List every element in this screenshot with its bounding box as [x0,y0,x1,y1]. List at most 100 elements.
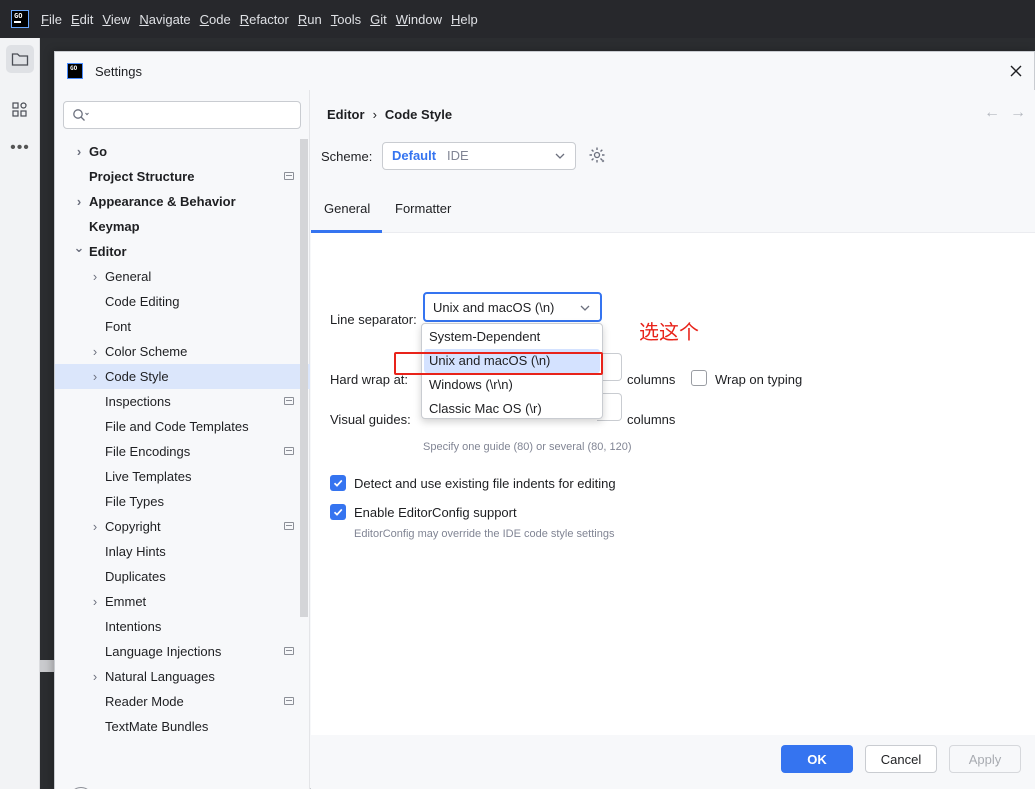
menu-help[interactable]: Help [451,12,478,27]
tree-item-font[interactable]: Font [55,314,310,339]
tree-item-language-injections[interactable]: Language Injections [55,639,310,664]
breadcrumb-current: Code Style [384,107,453,122]
tree-item-file-encodings[interactable]: File Encodings [55,439,310,464]
go-logo-icon[interactable]: GO [11,10,29,28]
arrow-left-icon[interactable]: ← [984,104,1000,122]
chevron-right-icon[interactable]: › [89,264,101,289]
project-scope-icon [284,522,294,530]
wrap-on-typing-label[interactable]: Wrap on typing [715,372,802,387]
tree-item-label: File Encodings [105,444,191,459]
tree-item-duplicates[interactable]: Duplicates [55,564,310,589]
annotation-text: 选这个 [639,320,699,344]
wrap-on-typing-checkbox[interactable] [691,370,707,386]
active-tab-indicator [311,230,382,233]
tree-item-color-scheme[interactable]: › Color Scheme [55,339,310,364]
tree-item-project-structure[interactable]: Project Structure [55,164,310,189]
line-separator-option[interactable]: Windows (\r\n) [422,373,602,397]
code-style-panel: Editor › Code Style ← → Scheme: Default ID… [311,90,1035,789]
tree-item-code-editing[interactable]: Code Editing [55,289,310,314]
tree-item-label: Font [105,319,132,334]
gear-icon[interactable] [588,146,606,164]
tree-item-reader-mode[interactable]: Reader Mode [55,689,310,714]
annotation-highlight-box [394,352,603,375]
visual-guides-columns-label: columns [627,412,676,427]
scheme-value: Default [392,148,437,163]
tree-item-keymap[interactable]: Keymap [55,214,310,239]
tab-formatter[interactable]: Formatter [395,201,451,216]
chevron-right-icon[interactable]: › [89,339,101,364]
line-separator-option[interactable]: System-Dependent [422,325,602,349]
tree-item-label: Live Templates [105,469,192,484]
tree-item-code-style[interactable]: › Code Style [55,364,310,389]
chevron-down-icon [555,153,565,159]
dialog-title: Settings [95,64,142,79]
search-icon [73,109,89,121]
chevron-right-icon[interactable]: › [89,514,101,539]
editorconfig-label[interactable]: Enable EditorConfig support [354,505,517,520]
tree-item-label: Appearance & Behavior [89,194,236,209]
tree-item-go[interactable]: › Go [55,139,310,164]
tree-item-inlay-hints[interactable]: Inlay Hints [55,539,310,564]
tree-item-file-types[interactable]: File Types [55,489,310,514]
cancel-button[interactable]: Cancel [865,745,937,773]
tree-item-natural-languages[interactable]: › Natural Languages [55,664,310,689]
tree-item-copyright[interactable]: › Copyright [55,514,310,539]
menu-refactor[interactable]: Refactor [240,12,289,27]
settings-search-input[interactable] [63,101,301,129]
menu-git[interactable]: Git [370,12,387,27]
structure-tool-button[interactable] [6,96,34,124]
scheme-dropdown[interactable]: Default IDE [382,142,576,170]
editorconfig-hint: EditorConfig may override the IDE code s… [354,528,615,540]
chevron-right-icon[interactable]: › [89,364,101,389]
tree-item-inspections[interactable]: Inspections [55,389,310,414]
menu-edit[interactable]: Edit [71,12,93,27]
tree-item-editor[interactable]: ⌄ Editor [55,239,310,264]
tool-window-strip: ••• [0,38,40,789]
scrollbar[interactable] [40,660,54,672]
tree-item-appearance-behavior[interactable]: › Appearance & Behavior [55,189,310,214]
ok-button[interactable]: OK [781,745,853,773]
tree-item-label: Intentions [105,619,162,634]
scheme-row: Scheme: Default IDE [311,135,1035,185]
close-button[interactable] [1006,61,1026,81]
menu-view[interactable]: View [102,12,130,27]
tree-scrollbar[interactable] [300,139,308,617]
tree-item-label: Editor [89,244,127,259]
tree-item-general[interactable]: › General [55,264,310,289]
menu-window[interactable]: Window [396,12,442,27]
chevron-right-icon[interactable]: › [73,189,85,214]
arrow-right-icon[interactable]: → [1010,104,1026,122]
project-tool-button[interactable] [6,45,34,73]
go-logo-icon: GO [67,63,83,79]
tree-item-label: Go [89,144,108,159]
chevron-right-icon[interactable]: › [89,589,101,614]
chevron-down-icon[interactable]: ⌄ [73,235,85,260]
breadcrumb: Editor › Code Style [327,107,452,122]
chevron-right-icon[interactable]: › [89,664,101,689]
menu-code[interactable]: Code [200,12,231,27]
tab-general[interactable]: General [324,201,370,216]
tree-item-label: Inlay Hints [105,544,166,559]
menu-tools[interactable]: Tools [331,12,361,27]
detect-indents-label[interactable]: Detect and use existing file indents for… [354,476,616,491]
tree-item-file-and-code-templates[interactable]: File and Code Templates [55,414,310,439]
tree-item-intentions[interactable]: Intentions [55,614,310,639]
tree-item-emmet[interactable]: › Emmet [55,589,310,614]
detect-indents-checkbox[interactable] [330,475,346,491]
tree-item-label: Color Scheme [105,344,188,359]
menu-navigate[interactable]: Navigate [139,12,190,27]
project-scope-icon [284,447,294,455]
tree-item-live-templates[interactable]: Live Templates [55,464,310,489]
more-icon[interactable]: ••• [6,134,34,162]
apply-button[interactable]: Apply [949,745,1021,773]
editorconfig-checkbox[interactable] [330,504,346,520]
breadcrumb-parent[interactable]: Editor [327,107,365,122]
tree-item-textmate-bundles[interactable]: TextMate Bundles [55,714,310,739]
menu-file[interactable]: File [41,12,62,27]
line-separator-dropdown[interactable]: Unix and macOS (\n) [423,292,602,322]
chevron-right-icon[interactable]: › [73,139,85,164]
menu-run[interactable]: Run [298,12,322,27]
line-separator-option[interactable]: Classic Mac OS (\r) [422,397,602,421]
dialog-title-bar[interactable]: GO Settings [55,52,1034,90]
close-icon [1010,65,1022,77]
